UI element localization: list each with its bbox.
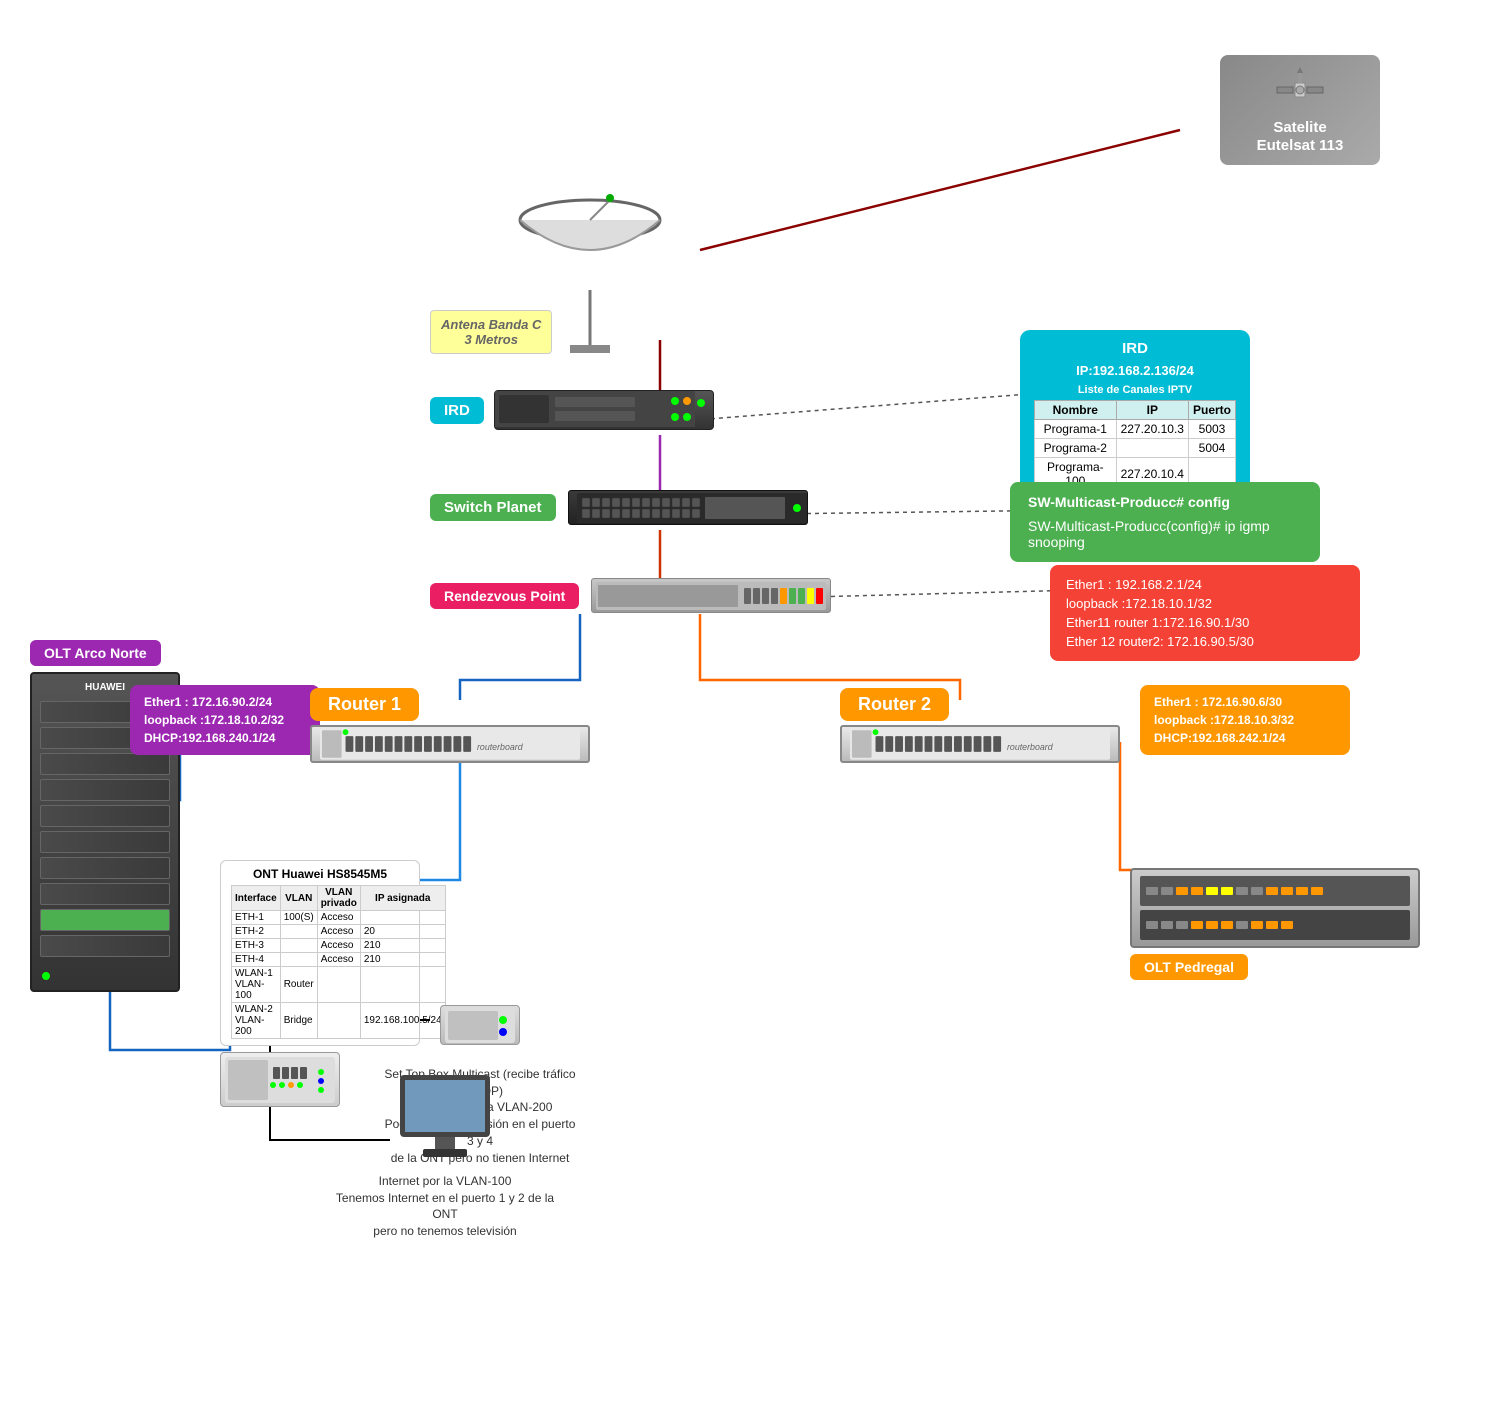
ont-device-image xyxy=(220,1052,340,1107)
table-row: WLAN-1 VLAN-100 Router xyxy=(232,967,446,1003)
table-row: ETH-1 100(S) Acceso xyxy=(232,911,446,925)
table-row: Programa-2 5004 xyxy=(1035,439,1236,458)
stb-device-image xyxy=(440,1005,520,1045)
ird-info-box: IRD IP:192.168.2.136/24 Liste de Canales… xyxy=(1020,330,1250,501)
table-row: ETH-2 Acceso 20 xyxy=(232,925,446,939)
ird-badge: IRD xyxy=(430,397,484,424)
rp-badge: Rendezvous Point xyxy=(430,583,579,609)
rp-line2: loopback :172.18.10.1/32 xyxy=(1066,596,1344,611)
r2-line1: Ether1 : 172.16.90.6/30 xyxy=(1154,695,1336,709)
r1-line3: DHCP:192.168.240.1/24 xyxy=(144,731,306,745)
ird-ip: IP:192.168.2.136/24 xyxy=(1034,363,1236,378)
computer-label: Internet por la VLAN-100 Tenemos Interne… xyxy=(330,1156,560,1240)
router1-area: Router 1 xyxy=(310,688,590,763)
router2-device: routerboard xyxy=(840,725,1120,763)
rp-info-box: Ether1 : 192.168.2.1/24 loopback :172.18… xyxy=(1050,565,1360,661)
satellite-box: Satelite Eutelsat 113 xyxy=(1220,55,1380,165)
switch-planet-area: Switch Planet xyxy=(430,490,808,525)
computer-area: Internet por la VLAN-100 Tenemos Interne… xyxy=(330,1070,560,1240)
ird-device-image xyxy=(494,390,714,430)
satellite-label: Satelite Eutelsat 113 xyxy=(1257,119,1344,154)
switch-config-box: SW-Multicast-Producc# config SW-Multicas… xyxy=(1010,482,1320,562)
olt-pedregal-area: OLT Pedregal xyxy=(1130,868,1420,980)
rp-line4: Ether 12 router2: 172.16.90.5/30 xyxy=(1066,634,1344,649)
antenna-label: Antena Banda C 3 Metros xyxy=(430,310,552,354)
table-row: Programa-1 227.20.10.3 5003 xyxy=(1035,420,1236,439)
router2-info-box: Ether1 : 172.16.90.6/30 loopback :172.18… xyxy=(1140,685,1350,755)
router1-badge: Router 1 xyxy=(310,688,419,721)
router2-area: Router 2 xyxy=(840,688,1120,763)
router1-device: routerboard xyxy=(310,725,590,763)
col-ip: IP xyxy=(1116,401,1188,420)
r1-line1: Ether1 : 172.16.90.2/24 xyxy=(144,695,306,709)
switch-device xyxy=(568,490,808,525)
r2-line2: loopback :172.18.10.3/32 xyxy=(1154,713,1336,727)
rp-area: Rendezvous Point xyxy=(430,578,831,613)
rp-device xyxy=(591,578,831,613)
ont-title: ONT Huawei HS8545M5 xyxy=(231,867,409,881)
router1-info-box: Ether1 : 172.16.90.2/24 loopback :172.18… xyxy=(130,685,320,755)
config-line2: SW-Multicast-Producc(config)# ip igmp sn… xyxy=(1028,518,1302,550)
router2-badge: Router 2 xyxy=(840,688,949,721)
ird-info-title: IRD xyxy=(1034,340,1236,357)
svg-text:routerboard: routerboard xyxy=(477,742,524,752)
col-nombre: Nombre xyxy=(1035,401,1117,420)
col-puerto: Puerto xyxy=(1188,401,1235,420)
table-row: ETH-3 Acceso 210 xyxy=(232,939,446,953)
ird-table-title: Liste de Canales IPTV xyxy=(1034,384,1236,396)
computer-icon xyxy=(395,1070,495,1150)
ird-channels-table: Nombre IP Puerto Programa-1 227.20.10.3 … xyxy=(1034,400,1236,491)
rp-line3: Ether11 router 1:172.16.90.1/30 xyxy=(1066,615,1344,630)
ird-device-area: IRD xyxy=(430,390,714,430)
olt-pedregal-device xyxy=(1130,868,1420,948)
olt-norte-badge: OLT Arco Norte xyxy=(30,640,161,666)
r2-line3: DHCP:192.168.242.1/24 xyxy=(1154,731,1336,745)
r1-line2: loopback :172.18.10.2/32 xyxy=(144,713,306,727)
svg-text:routerboard: routerboard xyxy=(1007,742,1054,752)
rp-line1: Ether1 : 192.168.2.1/24 xyxy=(1066,577,1344,592)
olt-pedregal-badge: OLT Pedregal xyxy=(1130,954,1248,980)
config-line1: SW-Multicast-Producc# config xyxy=(1028,494,1302,510)
diagram-container: Satelite Eutelsat 113 Antena Banda C 3 M… xyxy=(0,0,1500,1422)
table-row: ETH-4 Acceso 210 xyxy=(232,953,446,967)
switch-badge: Switch Planet xyxy=(430,494,556,521)
